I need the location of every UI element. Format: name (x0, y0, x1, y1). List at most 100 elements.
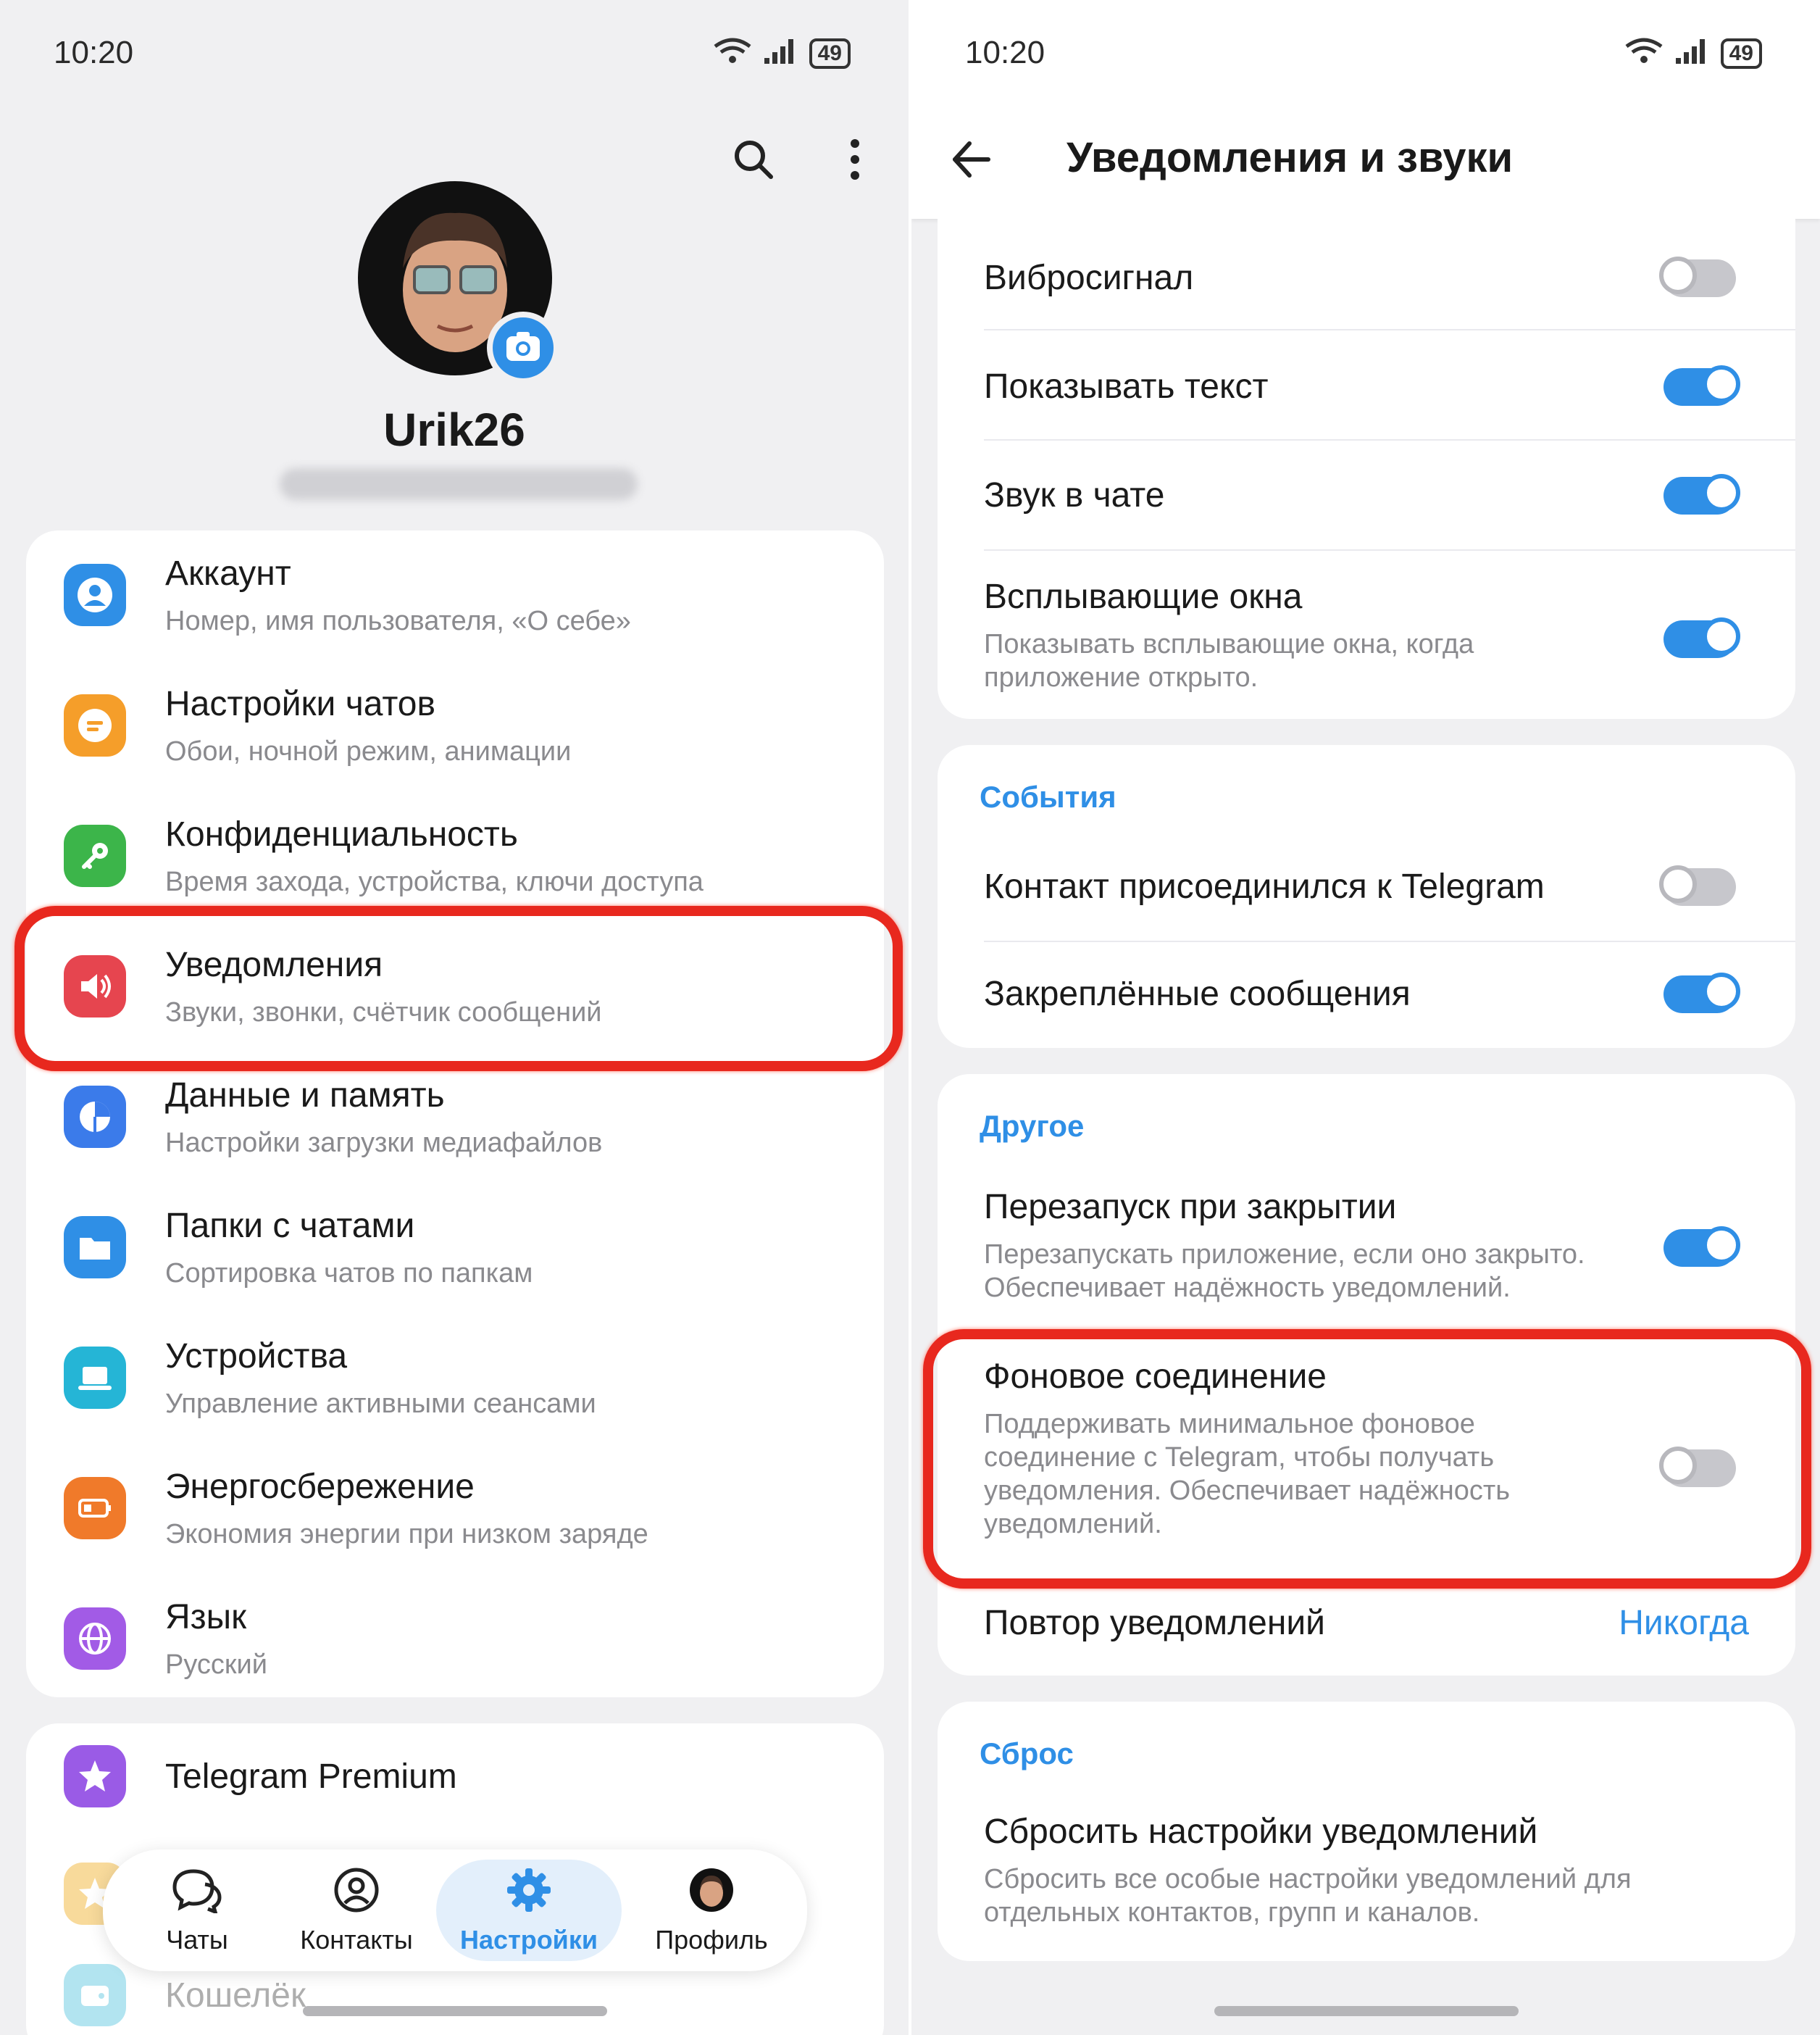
wallet-icon (64, 1964, 126, 2026)
nav-chats[interactable]: Чаты (117, 1867, 277, 1955)
settings-item-telegram-premium[interactable]: Telegram Premium (26, 1731, 884, 1825)
restart-toggle[interactable] (1664, 1226, 1740, 1267)
wifi-icon (712, 36, 753, 71)
nav-profile[interactable]: Профиль (632, 1867, 791, 1955)
data-storage-title: Данные и память (165, 1076, 445, 1115)
signal-icon (763, 36, 799, 71)
repeat-notifications-value: Никогда (1619, 1604, 1749, 1642)
nav-settings-label: Настройки (460, 1925, 598, 1955)
home-indicator (1214, 2006, 1519, 2016)
status-icons: 49 (1624, 36, 1762, 71)
settings-item-devices[interactable]: Устройства Управление активными сеансами (26, 1319, 884, 1449)
profile-name: Urik26 (383, 404, 525, 456)
nav-chats-label: Чаты (166, 1925, 228, 1955)
search-icon[interactable] (732, 138, 775, 185)
settings-item-chat-folders[interactable]: Папки с чатами Сортировка чатов по папка… (26, 1189, 884, 1319)
vibrate-toggle[interactable] (1659, 257, 1736, 297)
privacy-title: Конфиденциальность (165, 815, 518, 854)
profile-avatar-icon (632, 1867, 791, 1925)
settings-item-power-saving[interactable]: Энергосбережение Экономия энергии при ни… (26, 1449, 884, 1580)
vibrate-title: Вибросигнал (984, 259, 1194, 297)
contact-joined-title: Контакт присоединился к Telegram (984, 867, 1545, 906)
chat-folders-subtitle: Сортировка чатов по папкам (165, 1258, 533, 1289)
settings-screen: 10:20 49 Urik26 Аккаунт Номер, имя польз… (0, 0, 909, 2035)
power-saving-subtitle: Экономия энергии при низком заряде (165, 1519, 648, 1549)
battery-indicator: 49 (809, 38, 851, 69)
notifications-sounds-screen: 10:20 49 Уведомления и звуки Вибросигнал… (911, 0, 1820, 2035)
language-subtitle: Русский (165, 1649, 267, 1680)
in-chat-sound-title: Звук в чате (984, 476, 1165, 515)
more-menu-icon[interactable] (848, 138, 862, 185)
row-restart-on-close[interactable]: Перезапуск при закрытии Перезапускать пр… (938, 1181, 1795, 1309)
row-repeat-notifications[interactable]: Повтор уведомлений Никогда (938, 1587, 1795, 1660)
in-chat-sound-toggle[interactable] (1664, 474, 1740, 515)
row-in-chat-sound[interactable]: Звук в чате (938, 441, 1795, 549)
nav-contacts[interactable]: Контакты (277, 1867, 436, 1955)
camera-icon (505, 330, 541, 366)
show-text-toggle[interactable] (1664, 365, 1740, 406)
nav-settings[interactable]: Настройки (449, 1867, 609, 1955)
data-storage-subtitle: Настройки загрузки медиафайлов (165, 1128, 603, 1158)
chat-bubble-icon (64, 694, 126, 757)
laptop-icon (64, 1347, 126, 1409)
status-time: 10:20 (965, 35, 1045, 70)
account-subtitle: Номер, имя пользователя, «О себе» (165, 606, 631, 636)
privacy-subtitle: Время захода, устройства, ключи доступа (165, 867, 704, 897)
restart-subtitle: Перезапускать приложение, если оно закры… (984, 1239, 1585, 1303)
other-section-title: Другое (980, 1109, 1085, 1143)
contacts-icon (277, 1867, 436, 1925)
row-show-text[interactable]: Показывать текст (938, 330, 1795, 439)
row-vibrate[interactable]: Вибросигнал (938, 220, 1795, 329)
devices-subtitle: Управление активными сеансами (165, 1389, 596, 1419)
camera-button[interactable] (487, 312, 559, 384)
contact-joined-toggle[interactable] (1659, 865, 1736, 906)
events-section-title: События (980, 780, 1116, 814)
status-time: 10:20 (54, 35, 134, 70)
star-icon (64, 1745, 126, 1807)
back-arrow-icon[interactable] (949, 138, 993, 185)
popups-toggle[interactable] (1664, 617, 1740, 658)
popups-title: Всплывающие окна (984, 578, 1303, 616)
pie-chart-icon (64, 1086, 126, 1148)
repeat-notifications-title: Повтор уведомлений (984, 1604, 1325, 1642)
chat-settings-title: Настройки чатов (165, 685, 435, 723)
globe-icon (64, 1607, 126, 1670)
devices-title: Устройства (165, 1337, 348, 1376)
chat-settings-subtitle: Обои, ночной режим, анимации (165, 736, 572, 767)
telegram-premium-title: Telegram Premium (165, 1757, 457, 1796)
nav-profile-label: Профиль (655, 1925, 768, 1955)
wifi-icon (1624, 36, 1664, 71)
home-indicator (303, 2006, 607, 2016)
settings-item-language[interactable]: Язык Русский (26, 1580, 884, 1696)
reset-subtitle: Сбросить все особые настройки уведомлени… (984, 1864, 1632, 1928)
settings-item-account[interactable]: Аккаунт Номер, имя пользователя, «О себе… (26, 536, 884, 667)
account-title: Аккаунт (165, 554, 291, 593)
key-icon (64, 825, 126, 887)
battery-indicator: 49 (1720, 38, 1762, 69)
header-title: Уведомления и звуки (1066, 134, 1514, 181)
language-title: Язык (165, 1598, 247, 1636)
row-contact-joined[interactable]: Контакт присоединился к Telegram (938, 833, 1795, 941)
folder-icon (64, 1216, 126, 1278)
bottom-nav: Чаты Контакты Настройки Профиль (103, 1849, 807, 1971)
row-popups[interactable]: Всплывающие окна Показывать всплывающие … (938, 551, 1795, 710)
row-reset-notifications[interactable]: Сбросить настройки уведомлений Сбросить … (938, 1805, 1795, 1949)
settings-item-chat-settings[interactable]: Настройки чатов Обои, ночной режим, аним… (26, 667, 884, 797)
chat-folders-title: Папки с чатами (165, 1207, 415, 1245)
settings-item-data-storage[interactable]: Данные и память Настройки загрузки медиа… (26, 1058, 884, 1189)
popups-subtitle: Показывать всплывающие окна, когда прило… (984, 629, 1474, 693)
pinned-messages-toggle[interactable] (1664, 973, 1740, 1013)
pinned-messages-title: Закреплённые сообщения (984, 975, 1411, 1013)
highlight-notifications (14, 906, 903, 1071)
nav-contacts-label: Контакты (300, 1925, 413, 1955)
header-bar (911, 0, 1820, 219)
wallet-title: Кошелёк (165, 1976, 306, 2015)
settings-gear-icon (449, 1867, 609, 1925)
blurred-phone-number (280, 468, 638, 500)
highlight-background-connection (923, 1329, 1811, 1589)
person-icon (64, 564, 126, 626)
row-pinned-messages[interactable]: Закреплённые сообщения (938, 942, 1795, 1048)
power-saving-title: Энергосбережение (165, 1468, 475, 1506)
restart-title: Перезапуск при закрытии (984, 1188, 1397, 1226)
reset-section-title: Сброс (980, 1736, 1074, 1770)
